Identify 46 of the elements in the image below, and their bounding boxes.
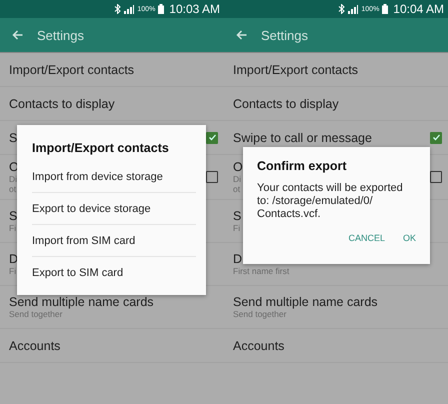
- setting-title[interactable]: Import/Export contacts: [233, 62, 358, 76]
- app-bar-title: Settings: [37, 28, 84, 42]
- bluetooth-icon: [114, 4, 122, 14]
- back-arrow-icon[interactable]: [12, 30, 23, 40]
- setting-title[interactable]: S: [9, 209, 18, 223]
- setting-title[interactable]: Contacts to display: [233, 96, 339, 110]
- dialog-message: Your contacts will be exported to: /storage/emulated/0/ Contacts.vcf.: [257, 182, 404, 221]
- signal-icon: [124, 4, 134, 14]
- setting-title[interactable]: S: [233, 209, 242, 223]
- dialog-option[interactable]: Import from device storage: [32, 161, 196, 193]
- dialog-title: Import/Export contacts: [32, 141, 170, 155]
- setting-title[interactable]: Swipe to call or message: [233, 130, 372, 144]
- setting-subtitle: Di: [233, 174, 242, 184]
- back-arrow-icon[interactable]: [236, 30, 247, 40]
- signal-icon: [348, 4, 358, 14]
- setting-title[interactable]: Send multiple name cards: [233, 295, 378, 309]
- bluetooth-icon: [338, 4, 346, 14]
- setting-subtitle: Send together: [233, 309, 288, 319]
- setting-title[interactable]: Import/Export contacts: [9, 62, 134, 76]
- dialog-option[interactable]: Export to SIM card: [32, 257, 196, 289]
- setting-title[interactable]: Send multiple name cards: [9, 295, 154, 309]
- setting-title[interactable]: O: [233, 160, 243, 174]
- checkbox[interactable]: [430, 132, 442, 144]
- setting-subtitle: First name first: [233, 266, 290, 276]
- dialog-option[interactable]: Import from SIM card: [32, 225, 196, 257]
- battery-icon: [158, 4, 164, 14]
- setting-subtitle: ot: [233, 184, 242, 194]
- setting-subtitle: Fi: [9, 266, 18, 276]
- setting-title[interactable]: Accounts: [233, 338, 284, 352]
- setting-title[interactable]: Accounts: [9, 338, 60, 352]
- setting-subtitle: ot: [9, 184, 18, 194]
- setting-title[interactable]: S: [9, 130, 18, 144]
- setting-subtitle: Fi: [233, 223, 242, 233]
- app-bar-title: Settings: [261, 28, 308, 42]
- battery-icon: [382, 4, 388, 14]
- setting-subtitle: Send together: [9, 309, 64, 319]
- setting-subtitle: Di: [9, 174, 18, 184]
- status-time: 10:04 AM: [393, 2, 444, 16]
- setting-subtitle: Fi: [9, 223, 18, 233]
- status-time: 10:03 AM: [169, 2, 220, 16]
- setting-title[interactable]: Contacts to display: [9, 96, 115, 110]
- dialog-button[interactable]: CANCEL: [344, 231, 389, 245]
- checkbox[interactable]: [206, 132, 218, 144]
- dialog-option[interactable]: Export to device storage: [32, 193, 196, 225]
- dialog-title: Confirm export: [257, 159, 348, 173]
- dialog-button[interactable]: OK: [398, 231, 420, 245]
